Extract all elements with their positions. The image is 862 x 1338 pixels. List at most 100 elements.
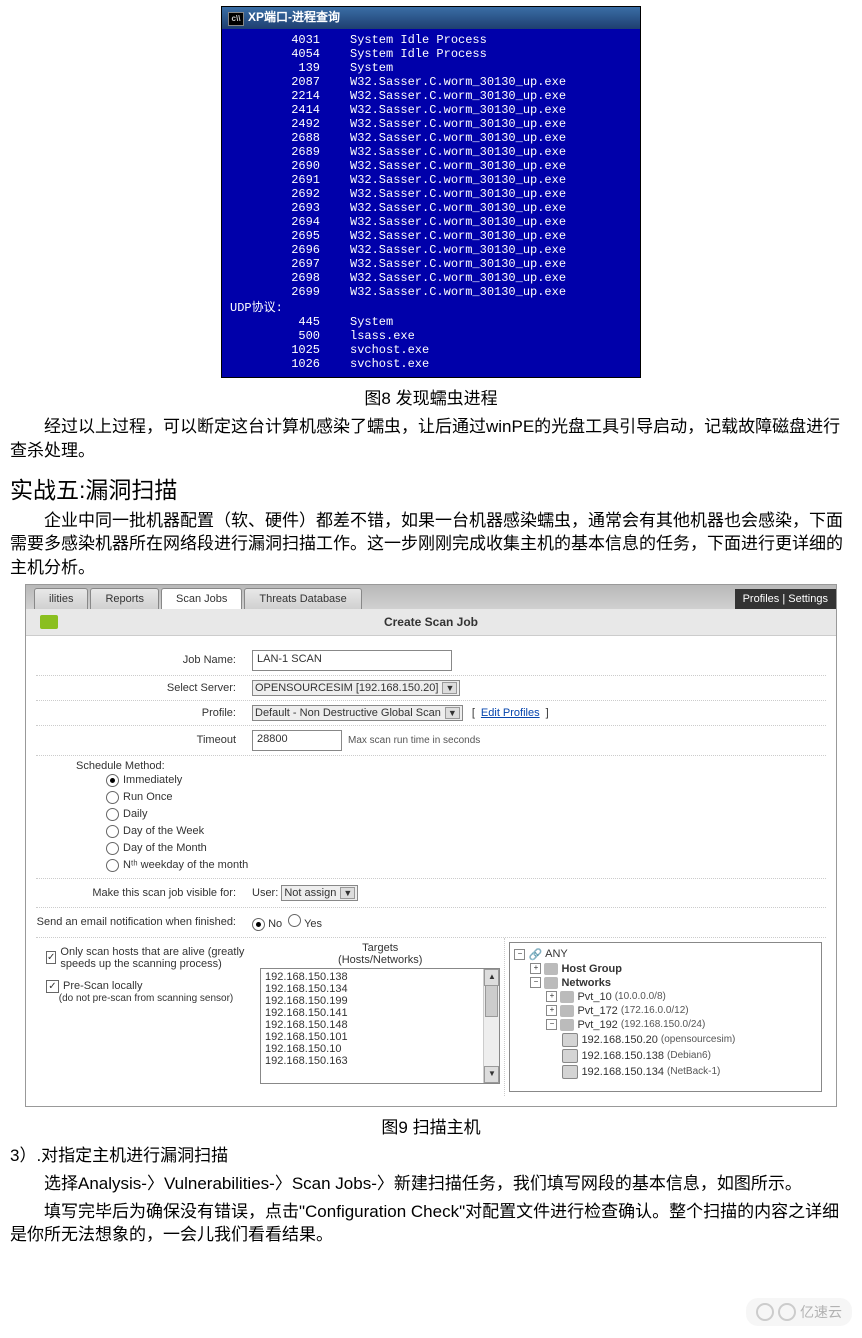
- tab-threats-database[interactable]: Threats Database: [244, 588, 361, 609]
- timeout-hint: Max scan run time in seconds: [348, 735, 480, 746]
- target-item[interactable]: 192.168.150.148: [263, 1019, 497, 1031]
- scroll-down-icon[interactable]: ▼: [484, 1066, 499, 1083]
- collapse-icon[interactable]: −: [530, 977, 541, 988]
- expand-icon[interactable]: +: [546, 1005, 557, 1016]
- checkbox-icon: [46, 980, 59, 993]
- server-icon: [562, 1065, 578, 1079]
- caption-fig8: 图8 发现蠕虫进程: [10, 384, 852, 409]
- net-icon: [560, 991, 574, 1003]
- radio-icon: [106, 859, 119, 872]
- radio-icon: [106, 842, 119, 855]
- schedule-option[interactable]: Day of the Week: [36, 823, 826, 840]
- label-visible: Make this scan job visible for:: [36, 879, 252, 907]
- chevron-down-icon: ▼: [442, 682, 457, 694]
- tree-pvt192[interactable]: Pvt_192: [577, 1019, 617, 1031]
- targets-listbox[interactable]: 192.168.150.138192.168.150.134192.168.15…: [260, 968, 500, 1084]
- panel-title: Create Scan Job: [384, 615, 478, 629]
- panel-header: Create Scan Job: [26, 609, 836, 636]
- tree-any[interactable]: ANY: [545, 948, 568, 960]
- expand-icon[interactable]: +: [546, 991, 557, 1002]
- para-1: 经过以上过程，可以断定这台计算机感染了蠕虫，让后通过winPE的光盘工具引导启动…: [10, 415, 852, 463]
- net-icon: [560, 1005, 574, 1017]
- fig8-console: c\\XP端口-进程查询 4031System Idle Process4054…: [221, 6, 641, 378]
- server-icon: [562, 1049, 578, 1063]
- label-user: User:: [252, 887, 278, 899]
- radio-icon: [106, 825, 119, 838]
- collapse-icon[interactable]: −: [546, 1019, 557, 1030]
- checkbox-prescan[interactable]: Pre-Scan locally: [46, 980, 142, 993]
- server-icon: [562, 1033, 578, 1047]
- tree-host-2[interactable]: 192.168.150.138: [581, 1050, 664, 1062]
- user-select[interactable]: Not assign▼: [281, 885, 358, 901]
- console-title: XP端口-进程查询: [248, 10, 340, 24]
- label-targets: Targets: [362, 942, 398, 954]
- scroll-up-icon[interactable]: ▲: [484, 969, 499, 986]
- profile-select[interactable]: Default - Non Destructive Global Scan▼: [252, 705, 463, 721]
- target-item[interactable]: 192.168.150.199: [263, 995, 497, 1007]
- watermark: 亿速云: [746, 1298, 852, 1326]
- prescan-hint: (do not pre-scan from scanning sensor): [46, 993, 246, 1004]
- back-icon[interactable]: [40, 615, 58, 629]
- para-2: 企业中同一批机器配置（软、硬件）都差不错，如果一台机器感染蠕虫，通常会有其他机器…: [10, 509, 852, 580]
- net-icon: [560, 1019, 574, 1031]
- tab-bar: ilities Reports Scan Jobs Threats Databa…: [26, 585, 836, 609]
- profiles-settings-link[interactable]: Profiles | Settings: [735, 589, 836, 609]
- circle-icon: [756, 1303, 774, 1321]
- edit-profiles-link[interactable]: Edit Profiles: [481, 707, 540, 719]
- label-profile: Profile:: [36, 707, 252, 719]
- expand-icon[interactable]: +: [530, 963, 541, 974]
- target-item[interactable]: 192.168.150.10: [263, 1043, 497, 1055]
- cmd-icon: c\\: [228, 12, 244, 26]
- target-item[interactable]: 192.168.150.101: [263, 1031, 497, 1043]
- para-3: 选择Analysis-〉Vulnerabilities-〉Scan Jobs-〉…: [10, 1172, 852, 1196]
- para-3-title: 3）.对指定主机进行漏洞扫描: [10, 1144, 852, 1168]
- label-schedule: Schedule Method:: [36, 760, 826, 772]
- tab-vulnerabilities[interactable]: ilities: [34, 588, 88, 609]
- para-4: 填写完毕后为确保没有错误，点击"Configuration Check"对配置文…: [10, 1200, 852, 1248]
- target-item[interactable]: 192.168.150.163: [263, 1055, 497, 1067]
- network-tree[interactable]: −🔗ANY +Host Group −Networks +Pvt_10 (10.…: [509, 942, 822, 1092]
- scan-app-window: ilities Reports Scan Jobs Threats Databa…: [25, 584, 837, 1107]
- schedule-option[interactable]: Immediately: [36, 772, 826, 789]
- link-icon: 🔗: [528, 948, 542, 961]
- tree-pvt172[interactable]: Pvt_172: [577, 1005, 617, 1017]
- schedule-option[interactable]: Day of the Month: [36, 840, 826, 857]
- label-server: Select Server:: [36, 682, 252, 694]
- tree-hostgroup[interactable]: Host Group: [561, 963, 622, 975]
- label-email: Send an email notification when finished…: [36, 908, 252, 937]
- radio-no[interactable]: [252, 918, 265, 931]
- server-select[interactable]: OPENSOURCESIM [192.168.150.20]▼: [252, 680, 460, 696]
- checkbox-icon: [46, 951, 56, 964]
- schedule-option[interactable]: Daily: [36, 806, 826, 823]
- collapse-icon[interactable]: −: [514, 949, 525, 960]
- tab-reports[interactable]: Reports: [90, 588, 159, 609]
- scrollbar[interactable]: ▲▼: [483, 969, 499, 1083]
- target-item[interactable]: 192.168.150.141: [263, 1007, 497, 1019]
- schedule-option[interactable]: Run Once: [36, 789, 826, 806]
- scroll-thumb[interactable]: [485, 985, 498, 1017]
- circle-icon: [778, 1303, 796, 1321]
- console-titlebar: c\\ XP端口-进程查询: [222, 7, 640, 29]
- schedule-option[interactable]: Nᵗʰ weekday of the month: [36, 857, 826, 874]
- checkbox-only-alive[interactable]: Only scan hosts that are alive (greatly …: [46, 946, 246, 970]
- timeout-input[interactable]: 28800: [252, 730, 342, 751]
- hostgroup-icon: [544, 963, 558, 975]
- tab-scan-jobs[interactable]: Scan Jobs: [161, 588, 242, 609]
- chevron-down-icon: ▼: [340, 887, 355, 899]
- radio-yes[interactable]: [288, 914, 301, 927]
- target-item[interactable]: 192.168.150.138: [263, 971, 497, 983]
- label-timeout: Timeout: [36, 734, 252, 746]
- radio-icon: [106, 808, 119, 821]
- tree-host-3[interactable]: 192.168.150.134: [581, 1066, 664, 1078]
- tree-pvt10[interactable]: Pvt_10: [577, 991, 611, 1003]
- jobname-input[interactable]: LAN-1 SCAN: [252, 650, 452, 671]
- radio-icon: [106, 791, 119, 804]
- radio-icon: [106, 774, 119, 787]
- tree-host-1[interactable]: 192.168.150.20: [581, 1034, 657, 1046]
- heading-shizhan5: 实战五:漏洞扫描: [10, 471, 852, 505]
- caption-fig9: 图9 扫描主机: [10, 1113, 852, 1138]
- chevron-down-icon: ▼: [445, 707, 460, 719]
- target-item[interactable]: 192.168.150.134: [263, 983, 497, 995]
- tree-networks[interactable]: Networks: [561, 977, 611, 989]
- label-targets-sub: (Hosts/Networks): [338, 954, 422, 966]
